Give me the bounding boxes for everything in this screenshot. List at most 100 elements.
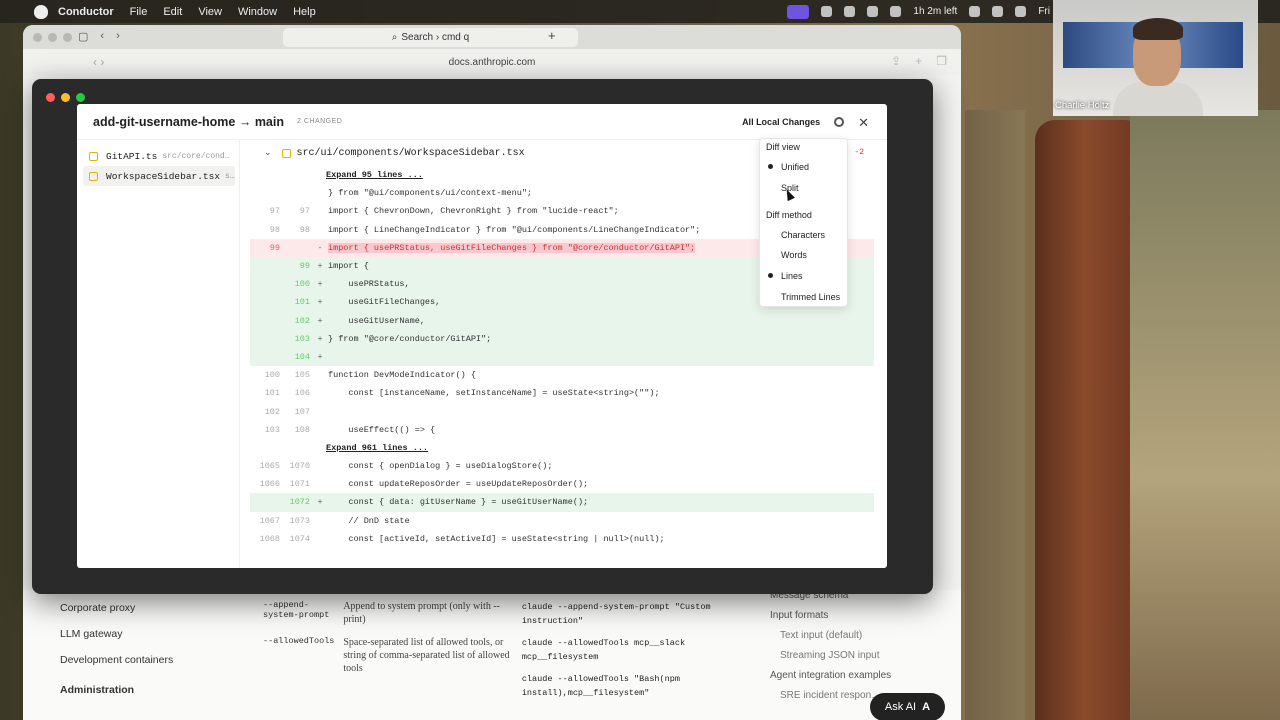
docs-nav-llm-gateway[interactable]: LLM gateway — [60, 628, 173, 640]
status-icon[interactable] — [890, 6, 902, 17]
close-window-icon[interactable] — [46, 93, 55, 102]
wallpaper-tree — [965, 110, 1025, 720]
flag-example-line: claude --allowedTools "Bash(npm install)… — [521, 674, 680, 698]
browser-tab[interactable]: ⌕ Search › cmd q — [283, 28, 578, 47]
docs-toc: Message schema Input formats Text input … — [770, 590, 891, 710]
close-icon[interactable]: ✕ — [858, 116, 869, 129]
code-text: // DnD state — [328, 515, 410, 526]
diff-line: 102 107 — [250, 402, 874, 420]
diff-line-added: 1072 + const { data: gitUserName } = useG… — [250, 493, 874, 512]
diff-view-heading: Diff view — [766, 142, 800, 152]
diff-sign: + — [317, 315, 323, 326]
file-name: WorkspaceSidebar.tsx — [106, 170, 221, 182]
old-line-number: 101 — [264, 388, 280, 399]
ask-ai-button[interactable]: Ask AI A — [870, 693, 945, 720]
file-item-gitapi[interactable]: GitAPI.ts src/core/cond… — [83, 146, 235, 166]
code-text: useGitFileChanges, — [328, 297, 441, 308]
old-line-number: 97 — [269, 206, 280, 217]
all-local-changes-button[interactable]: All Local Changes — [742, 117, 820, 127]
option-characters[interactable]: Characters — [781, 230, 825, 240]
menu-app-name[interactable]: Conductor — [58, 6, 114, 18]
menu-window[interactable]: Window — [238, 6, 277, 18]
menu-help[interactable]: Help — [293, 6, 316, 18]
menu-clock[interactable]: Fri — [1038, 6, 1050, 17]
option-unified[interactable]: Unified — [781, 162, 809, 172]
new-tab-button[interactable]: + — [548, 28, 556, 43]
new-line-number: 107 — [294, 406, 310, 417]
changed-count-badge: 2 CHANGED — [297, 118, 343, 125]
battery-time-left[interactable]: 1h 2m left — [913, 6, 957, 17]
diff-line: 1067 1073 // DnD state — [250, 512, 874, 530]
docs-nav-dev-containers[interactable]: Development containers — [60, 654, 173, 666]
diff-line-added: 104 + — [250, 347, 874, 367]
sidebar-icon[interactable]: ▢ — [78, 30, 88, 43]
new-line-number: 108 — [294, 424, 310, 435]
url-text[interactable]: docs.anthropic.com — [449, 57, 536, 68]
selected-dot-icon — [768, 164, 773, 169]
toc-item[interactable]: Text input (default) — [770, 630, 891, 641]
diff-line: 1066 1071 const updateReposOrder = useUpd… — [250, 475, 874, 493]
wifi-icon[interactable] — [969, 6, 981, 17]
minimize-window-icon[interactable] — [48, 32, 57, 42]
flag-description: Space-separated list of allowed tools, o… — [343, 637, 510, 674]
file-item-workspace-sidebar[interactable]: WorkspaceSidebar.tsx s… — [83, 166, 235, 186]
browser-toolbar-icons: ⇪ + ❐ — [891, 54, 947, 68]
chevron-down-icon[interactable]: ⌄ — [264, 148, 272, 158]
old-line-number: 1068 — [259, 533, 280, 544]
tabs-overview-icon[interactable]: ❐ — [936, 54, 947, 68]
file-name: GitAPI.ts — [106, 150, 158, 162]
docs-nav-corporate-proxy[interactable]: Corporate proxy — [60, 602, 173, 614]
nav-arrows-icon[interactable]: ‹ › — [93, 55, 104, 69]
flag-example: claude --allowedTools mcp__slack mcp__fi… — [522, 636, 753, 700]
control-center-icon[interactable] — [1015, 6, 1027, 17]
file-modified-icon — [89, 171, 98, 181]
status-icon[interactable] — [821, 6, 833, 17]
diff-line: 103 108 useEffect(() => { — [250, 421, 874, 439]
ask-ai-label: Ask AI — [884, 701, 917, 713]
code-text: const updateReposOrder = useUpdateReposO… — [328, 479, 589, 490]
diff-sign: + — [317, 333, 323, 344]
diff-file-path: src/ui/components/WorkspaceSidebar.tsx — [296, 147, 525, 159]
share-icon[interactable]: ⇪ — [891, 54, 901, 68]
toc-item[interactable]: Streaming JSON input — [770, 650, 891, 661]
search-icon: ⌕ — [391, 32, 398, 43]
docs-sidebar: Corporate proxy LLM gateway Development … — [60, 602, 173, 710]
close-window-icon[interactable] — [33, 32, 42, 42]
screen-record-icon[interactable] — [787, 4, 810, 19]
gear-icon[interactable] — [834, 117, 845, 127]
toc-item[interactable]: Agent integration examples — [770, 670, 891, 681]
expand-lines-button[interactable]: Expand 961 lines ... — [250, 439, 874, 457]
code-text: import { LineChangeIndicator } from "@ui… — [328, 224, 701, 235]
menu-view[interactable]: View — [198, 6, 222, 18]
person-torso — [1113, 82, 1203, 116]
diff-sign: + — [317, 261, 323, 272]
diff-line-added: 103 +} from "@core/conductor/GitAPI"; — [250, 329, 874, 348]
forward-icon[interactable]: › — [116, 30, 120, 43]
diff-line: 100 105 function DevModeIndicator() { — [250, 366, 874, 384]
zoom-window-icon[interactable] — [63, 32, 72, 42]
header-actions: All Local Changes ✕ — [742, 104, 869, 140]
changed-files-list: GitAPI.ts src/core/cond… WorkspaceSideba… — [77, 140, 240, 568]
menu-file[interactable]: File — [130, 6, 148, 18]
address-bar[interactable]: ‹ › docs.anthropic.com ⇪ + ❐ — [23, 49, 961, 75]
status-icon[interactable] — [844, 6, 856, 17]
search-icon[interactable] — [992, 6, 1004, 17]
file-modified-icon — [281, 148, 291, 158]
back-icon[interactable]: ‹ — [100, 30, 104, 43]
docs-nav-section-title: Administration — [60, 684, 135, 696]
code-text: import { usePRStatus, useGitFileChanges … — [328, 242, 696, 253]
status-icon[interactable] — [867, 6, 879, 17]
minimize-window-icon[interactable] — [61, 93, 70, 102]
menu-edit[interactable]: Edit — [163, 6, 182, 18]
toc-item[interactable]: Input formats — [770, 610, 891, 621]
diff-sign: + — [317, 279, 323, 290]
option-trimmed-lines[interactable]: Trimmed Lines — [781, 292, 840, 302]
option-words[interactable]: Words — [781, 250, 807, 260]
code-text: const { openDialog } = useDialogStore(); — [328, 461, 553, 472]
new-tab-icon[interactable]: + — [915, 54, 922, 68]
zoom-window-icon[interactable] — [76, 93, 85, 102]
new-line-number: 99 — [299, 261, 310, 272]
apple-menu-icon[interactable] — [34, 4, 48, 19]
option-lines[interactable]: Lines — [781, 271, 803, 281]
old-line-number: 103 — [264, 424, 280, 435]
